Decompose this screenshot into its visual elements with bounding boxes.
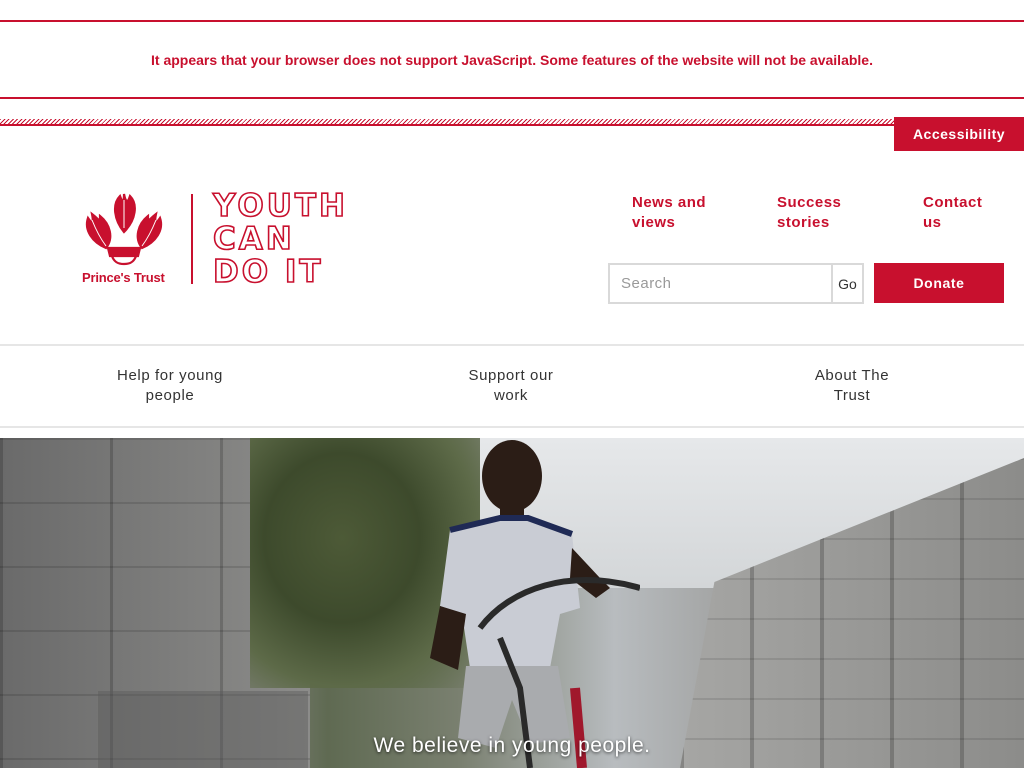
accessibility-button[interactable]: Accessibility — [894, 117, 1024, 151]
search-go-button[interactable]: Go — [831, 265, 862, 302]
main-navigation: Help for young people Support our work A… — [0, 344, 1024, 428]
nav-label-line-1: Help for young — [117, 367, 223, 384]
org-name: Prince's Trust — [82, 270, 165, 285]
hero-caption: We believe in young people. — [373, 734, 651, 757]
nav-label-line-1: About The — [814, 367, 890, 384]
logo-tagline: YOUTH CAN DO IT — [212, 188, 348, 290]
link-label-line-2: views — [632, 214, 676, 231]
donate-button[interactable]: Donate — [874, 263, 1004, 303]
search-input[interactable] — [610, 265, 831, 302]
link-label-line-1: Contact — [923, 194, 983, 211]
site-logo[interactable]: Prince's Trust YOUTH CAN DO IT — [78, 189, 346, 290]
link-label-line-1: Success — [777, 194, 842, 211]
nav-label-line-2: work — [493, 387, 529, 404]
js-warning-banner: It appears that your browser does not su… — [0, 20, 1024, 99]
nav-item-about-the-trust[interactable]: About The Trust — [762, 366, 942, 406]
link-label-line-2: stories — [777, 214, 830, 231]
tagline-line-3: DO IT — [212, 254, 324, 290]
logo-divider — [191, 194, 193, 284]
nav-item-help-for-young-people[interactable]: Help for young people — [80, 366, 260, 406]
search-form: Go — [608, 263, 864, 304]
js-warning-text: It appears that your browser does not su… — [151, 51, 873, 68]
tagline-line-2: CAN — [212, 221, 295, 257]
nav-label-line-2: Trust — [833, 387, 871, 404]
nav-label-line-1: Support our — [468, 367, 554, 384]
success-stories-link[interactable]: Success stories — [777, 193, 841, 233]
link-label-line-1: News and — [632, 194, 707, 211]
prince-of-wales-feathers-icon — [85, 193, 163, 266]
nav-item-support-our-work[interactable]: Support our work — [421, 366, 601, 406]
hero-banner: We believe in young people. — [0, 438, 1024, 768]
contact-us-link[interactable]: Contact us — [923, 193, 982, 233]
decorative-stripe — [0, 119, 894, 126]
link-label-line-2: us — [923, 214, 942, 231]
hero-photo-cyclist — [430, 440, 640, 768]
tagline-line-1: YOUTH — [212, 188, 348, 224]
nav-label-line-2: people — [145, 387, 195, 404]
news-and-views-link[interactable]: News and views — [632, 193, 706, 233]
